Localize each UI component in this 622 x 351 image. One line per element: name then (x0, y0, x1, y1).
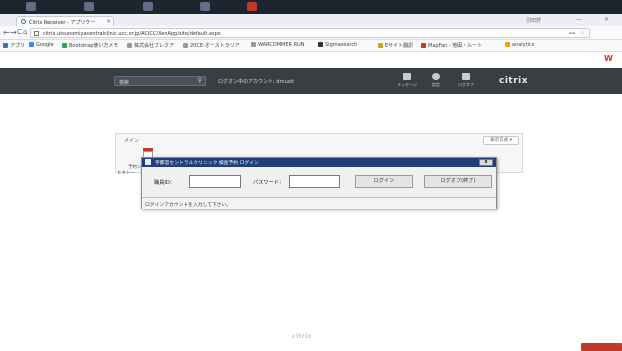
display-mode-button[interactable]: 表示方式 ▾ (483, 136, 519, 145)
bookmark-item[interactable]: MapFan - 地図・ルート (421, 42, 482, 49)
minimize-icon[interactable]: — (576, 16, 582, 23)
taskbar-app-icon[interactable] (26, 2, 36, 11)
extension-icon[interactable]: W (604, 54, 613, 63)
status-message: ログインアカウントを入力して下さい。 (145, 203, 232, 208)
translate-icon (378, 43, 383, 48)
search-placeholder: 検索 (119, 80, 130, 86)
key-icon[interactable]: ⊶ (569, 30, 575, 37)
dialog-close-button[interactable]: x (479, 159, 493, 166)
panel-title: メイン (124, 138, 140, 144)
taskbar-app-icon[interactable] (247, 2, 257, 11)
settings-icon (432, 73, 440, 80)
bookmark-item[interactable]: Eサイト翻訳 (378, 42, 413, 49)
analytics-icon (505, 42, 510, 47)
tab-close-icon[interactable]: × (106, 18, 111, 25)
messages-icon (403, 73, 411, 80)
tab-title: Citrix Receiver - アプリケー (29, 20, 96, 26)
google-icon (29, 42, 34, 47)
back-icon[interactable]: ← (3, 28, 10, 37)
os-taskbar (0, 0, 622, 14)
sigma-icon (318, 42, 323, 47)
bookmark-item[interactable]: 20CE-オーストラリア (183, 42, 240, 49)
logoff-button[interactable]: ログオフ (451, 73, 481, 89)
bookmarks-bar: アプリ Google Bootstrap使い方メモ 株式会社ブレクア 20CE-… (0, 40, 622, 52)
bookmark-item[interactable]: 株式会社ブレクア (127, 42, 174, 49)
citrix-favicon-icon (21, 19, 26, 24)
close-window-icon[interactable]: ✕ (604, 16, 609, 23)
dialog-titlebar: 宇都宮セントラルクリニック 検査予約 ログイン x (142, 158, 496, 167)
app-window-icon (145, 159, 151, 165)
system-tray-badge (581, 343, 622, 351)
bookmark-item[interactable]: Bootstrap使い方メモ (62, 42, 118, 49)
page-icon (183, 43, 188, 48)
bookmark-item[interactable]: アプリ (3, 42, 25, 49)
logoff-label: ログオフ (458, 82, 474, 87)
taskbar-app-icon[interactable] (200, 2, 210, 11)
url-text: citrix.utsunomiyacentralclinic.ucc.or.jp… (43, 31, 221, 37)
bookmark-item[interactable]: Google (29, 42, 54, 48)
page-icon (251, 42, 256, 47)
bookmark-item[interactable]: WARCOMMER RUN (251, 42, 304, 48)
address-bar-row: ← → C ⌂ citrix.utsunomiyacentralclinic.u… (0, 26, 622, 63)
mapfan-icon (421, 43, 426, 48)
staff-id-label: 職員ID： (154, 180, 176, 186)
page-info-icon[interactable] (34, 31, 39, 36)
password-label: パスワード： (253, 180, 285, 186)
window-user-label: 羽田野 (526, 18, 542, 24)
logged-in-user: ログオン中のアカウント: drnuoit (218, 79, 295, 85)
browser-tabstrip: Citrix Receiver - アプリケー × 羽田野 — ✕ (0, 14, 622, 26)
footer-citrix-logo: citrix (292, 333, 312, 340)
messages-label: メッセージ (397, 82, 417, 87)
bookmark-item[interactable]: Sigmasearch (318, 42, 357, 48)
settings-button[interactable]: 設定 (421, 73, 451, 89)
bookmark-item[interactable]: analytics (505, 42, 534, 48)
side-label: ヒネトー (117, 171, 135, 176)
dialog-statusbar: ログインアカウントを入力して下さい。 (142, 197, 496, 209)
window-controls: 羽田野 — ✕ (526, 16, 616, 25)
browser-tab[interactable]: Citrix Receiver - アプリケー × (16, 16, 114, 26)
reload-icon[interactable]: C (17, 28, 22, 36)
bookmark-star-icon[interactable]: ☆ (580, 30, 585, 37)
search-icon[interactable]: ⚲ (198, 77, 202, 84)
settings-label: 設定 (432, 82, 440, 87)
login-dialog: 宇都宮セントラルクリニック 検査予約 ログイン x 職員ID： パスワード： ロ… (141, 157, 497, 209)
app-search-input[interactable]: 検索 ⚲ (114, 76, 206, 86)
taskbar-app-icon[interactable] (143, 2, 153, 11)
citrix-logo: citrix (499, 76, 529, 86)
messages-button[interactable]: メッセージ (392, 73, 422, 89)
citrix-header: 検索 ⚲ ログオン中のアカウント: drnuoit メッセージ 設定 ログオフ … (0, 68, 622, 94)
page-icon (127, 43, 132, 48)
home-icon[interactable]: ⌂ (23, 28, 27, 36)
logoff-icon (462, 73, 470, 80)
taskbar-app-icon[interactable] (84, 2, 94, 11)
url-input[interactable]: citrix.utsunomiyacentralclinic.ucc.or.jp… (30, 28, 590, 38)
login-button[interactable]: ログイン (355, 175, 413, 188)
apps-icon (3, 43, 8, 48)
bookmark-icon (62, 43, 67, 48)
staff-id-input[interactable] (189, 175, 241, 188)
logoff-exit-button[interactable]: ログオフ(終了) (424, 175, 492, 188)
password-input[interactable] (289, 175, 340, 188)
dialog-title: 宇都宮セントラルクリニック 検査予約 ログイン (155, 161, 259, 166)
forward-icon[interactable]: → (10, 28, 17, 37)
